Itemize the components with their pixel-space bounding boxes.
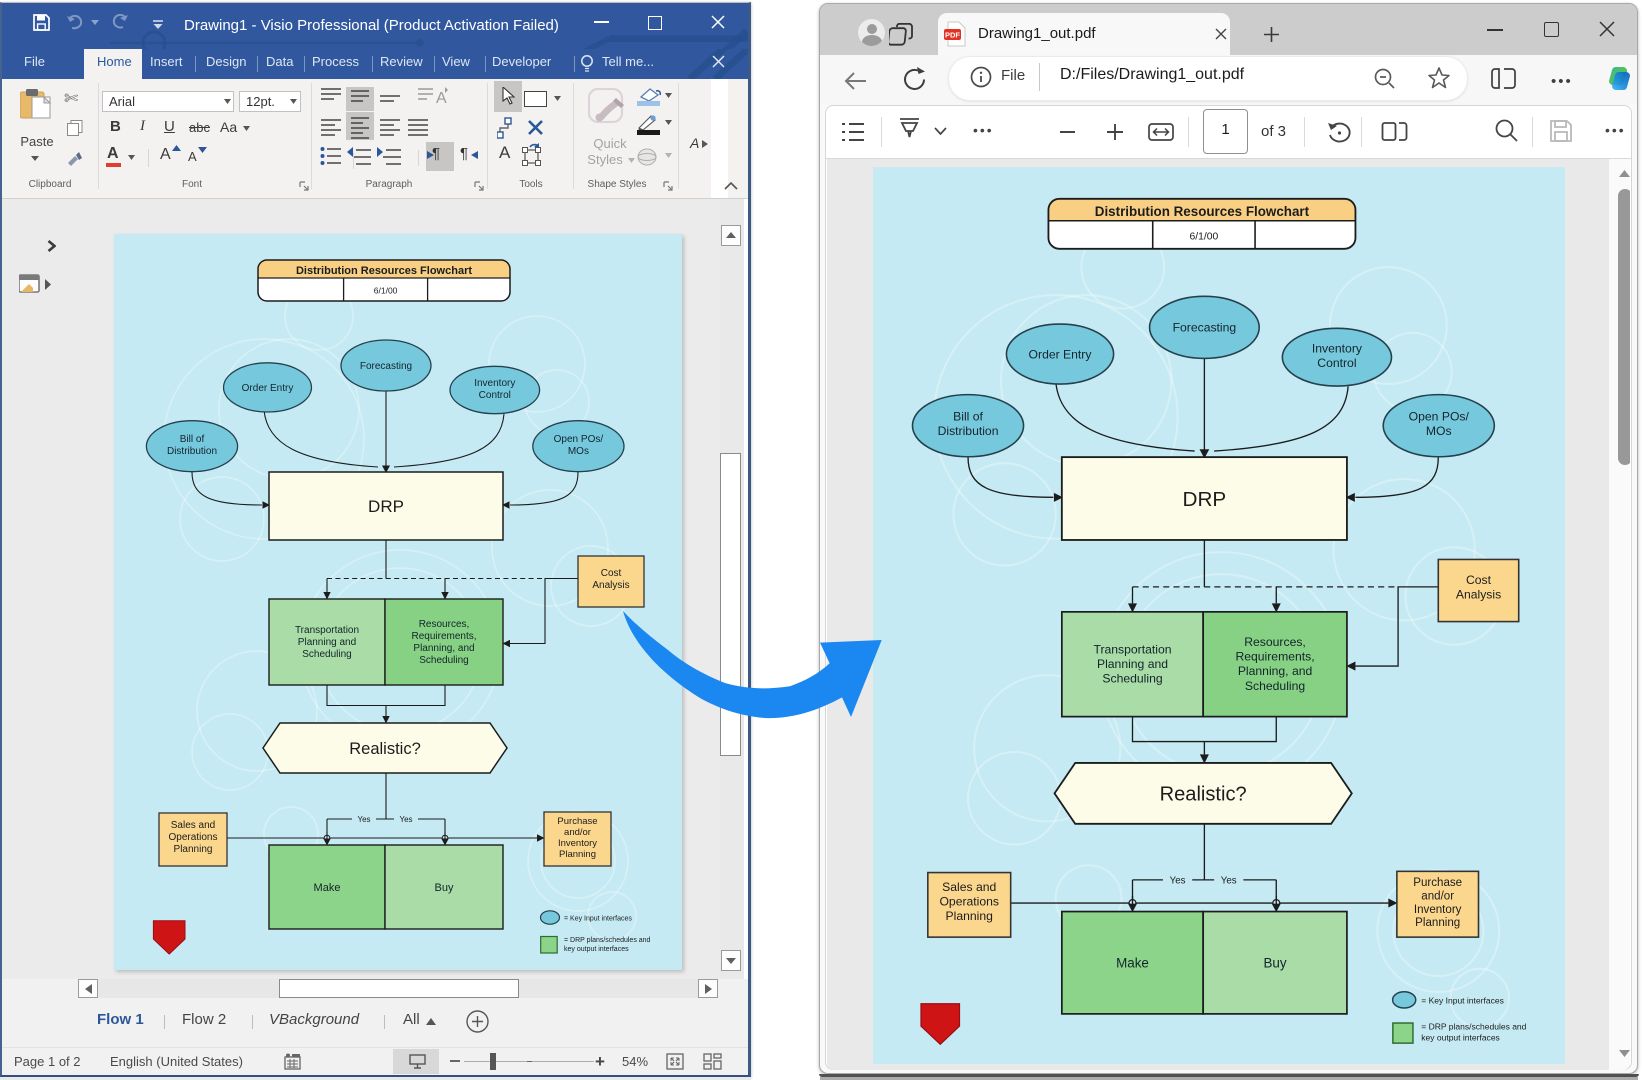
svg-text:PDF: PDF xyxy=(945,31,960,40)
